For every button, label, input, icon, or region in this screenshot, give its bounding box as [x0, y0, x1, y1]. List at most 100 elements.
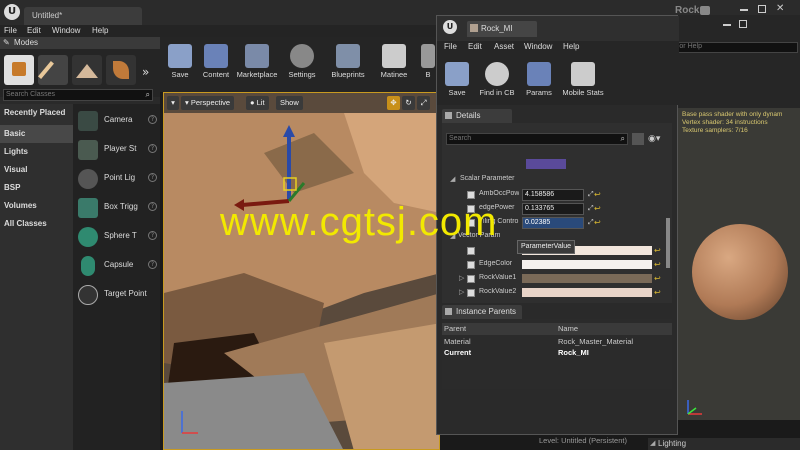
- category-basic[interactable]: Basic: [0, 125, 73, 143]
- param-checkbox[interactable]: [467, 247, 475, 255]
- marketplace-button[interactable]: Marketplace: [234, 41, 280, 88]
- foliage-mode-icon[interactable]: [106, 55, 136, 85]
- minimize-icon[interactable]: [740, 9, 748, 11]
- details-search-input[interactable]: Search ⌕: [446, 133, 628, 145]
- save-button[interactable]: Save: [162, 41, 198, 88]
- lighting-section[interactable]: ◢ Lighting: [648, 438, 800, 450]
- perspective-button[interactable]: ▾ Perspective: [181, 96, 235, 110]
- rotate-icon[interactable]: ↻: [402, 96, 415, 110]
- close-icon[interactable]: ✕: [776, 3, 784, 14]
- reset-arrow-icon[interactable]: ↩: [594, 218, 601, 227]
- reset-arrow-icon[interactable]: ↩: [654, 288, 661, 297]
- viewport-options-icon[interactable]: ▾: [167, 96, 179, 110]
- menu-edit[interactable]: Edit: [27, 26, 41, 35]
- place-mode-icon[interactable]: [4, 55, 34, 85]
- table-row[interactable]: Material Rock_Master_Material: [442, 337, 672, 348]
- menu-asset[interactable]: Asset: [494, 42, 514, 51]
- reset-arrow-icon[interactable]: ↩: [654, 274, 661, 283]
- menu-file[interactable]: File: [4, 26, 17, 35]
- menu-edit[interactable]: Edit: [468, 42, 482, 51]
- menu-window[interactable]: Window: [52, 26, 80, 35]
- instance-parents-tab[interactable]: Instance Parents: [442, 305, 522, 319]
- settings-button[interactable]: Settings: [282, 41, 322, 88]
- help-icon[interactable]: ?: [148, 231, 157, 240]
- color-swatch[interactable]: [522, 274, 652, 283]
- matinee-button[interactable]: Matinee: [374, 41, 414, 88]
- params-button[interactable]: Params: [521, 59, 557, 106]
- menu-file[interactable]: File: [444, 42, 457, 51]
- reset-arrow-icon[interactable]: ↩: [594, 190, 601, 199]
- reset-arrow-icon[interactable]: ↩: [654, 246, 661, 255]
- param-value-input[interactable]: 0.133765: [522, 203, 584, 215]
- find-in-cb-button[interactable]: Find in CB: [475, 59, 519, 106]
- param-checkbox[interactable]: [467, 191, 475, 199]
- class-item-box-trigger[interactable]: Box Trigg ?: [73, 193, 160, 222]
- save-button[interactable]: Save: [441, 59, 473, 106]
- class-item-capsule-trigger[interactable]: Capsule ?: [73, 251, 160, 280]
- class-item-camera[interactable]: Camera ?: [73, 106, 160, 135]
- category-lights[interactable]: Lights: [0, 143, 73, 161]
- slider-arrows-icon[interactable]: ⤢: [588, 204, 594, 213]
- details-tab[interactable]: Details: [442, 109, 512, 123]
- build-button[interactable]: B: [418, 41, 438, 88]
- help-icon[interactable]: ?: [148, 260, 157, 269]
- mobile-stats-button[interactable]: Mobile Stats: [559, 59, 607, 106]
- blueprints-button[interactable]: Blueprints: [326, 41, 370, 88]
- material-tab[interactable]: Rock_MI: [467, 21, 537, 37]
- class-item-player-start[interactable]: Player St ?: [73, 135, 160, 164]
- table-row[interactable]: Current Rock_MI: [442, 348, 672, 359]
- menu-help[interactable]: Help: [563, 42, 579, 51]
- param-value-input[interactable]: 0.02385: [522, 217, 584, 229]
- modes-tab[interactable]: ✎ Modes: [0, 37, 160, 49]
- main-tab[interactable]: Untitled*: [24, 7, 142, 25]
- translate-icon[interactable]: ✥: [387, 96, 400, 110]
- maximize-icon[interactable]: [758, 5, 766, 13]
- feedback-icon[interactable]: [700, 6, 710, 15]
- scale-icon[interactable]: ⤢: [417, 96, 430, 110]
- category-all-classes[interactable]: All Classes: [0, 215, 73, 233]
- expand-arrow-icon[interactable]: ▷: [459, 274, 464, 282]
- maximize-icon[interactable]: [739, 20, 747, 28]
- eye-icon[interactable]: ◉▾: [648, 134, 660, 144]
- category-visual[interactable]: Visual: [0, 161, 73, 179]
- class-item-sphere-trigger[interactable]: Sphere T ?: [73, 222, 160, 251]
- landscape-mode-icon[interactable]: [72, 55, 102, 85]
- paint-mode-icon[interactable]: [38, 55, 68, 85]
- param-checkbox[interactable]: [467, 275, 475, 283]
- property-matrix-icon[interactable]: [632, 133, 644, 145]
- lit-button[interactable]: ● Lit: [246, 96, 269, 110]
- category-bsp[interactable]: BSP: [0, 179, 73, 197]
- help-icon[interactable]: ?: [148, 115, 157, 124]
- reset-arrow-icon[interactable]: ↩: [594, 204, 601, 213]
- show-button[interactable]: Show: [276, 96, 303, 110]
- slider-arrows-icon[interactable]: ⤢: [588, 218, 594, 227]
- details-scrollbar[interactable]: [666, 218, 670, 268]
- help-icon[interactable]: ?: [148, 173, 157, 182]
- material-preview-viewport[interactable]: Base pass shader with only dynam Vertex …: [678, 108, 800, 420]
- param-value-input[interactable]: 4.158586: [522, 189, 584, 201]
- unreal-logo-icon[interactable]: U: [443, 20, 457, 34]
- unreal-logo-icon[interactable]: U: [4, 4, 20, 20]
- param-checkbox[interactable]: [467, 261, 475, 269]
- level-viewport[interactable]: ▾ ▾ Perspective ● Lit Show ✥ ↻ ⤢: [163, 92, 440, 450]
- help-icon[interactable]: ?: [148, 202, 157, 211]
- slider-arrows-icon[interactable]: ⤢: [588, 190, 594, 199]
- header-parent[interactable]: Parent: [444, 324, 466, 333]
- help-icon[interactable]: ?: [148, 144, 157, 153]
- scalar-parameter-group[interactable]: ◢ Scalar Parameter: [450, 174, 650, 186]
- category-recently-placed[interactable]: Recently Placed: [0, 104, 73, 122]
- content-button[interactable]: Content: [198, 41, 234, 88]
- search-classes-input[interactable]: Search Classes ⌕: [3, 89, 153, 101]
- reset-arrow-icon[interactable]: ↩: [654, 260, 661, 269]
- class-item-point-light[interactable]: Point Lig ?: [73, 164, 160, 193]
- color-swatch[interactable]: [522, 288, 652, 297]
- category-volumes[interactable]: Volumes: [0, 197, 73, 215]
- menu-help[interactable]: Help: [92, 26, 108, 35]
- class-item-target-point[interactable]: Target Point: [73, 280, 160, 309]
- minimize-icon[interactable]: [723, 24, 731, 26]
- param-checkbox[interactable]: [467, 289, 475, 297]
- expand-arrow-icon[interactable]: ▷: [459, 288, 464, 296]
- color-swatch[interactable]: [522, 260, 652, 269]
- header-name[interactable]: Name: [558, 324, 578, 333]
- menu-window[interactable]: Window: [524, 42, 552, 51]
